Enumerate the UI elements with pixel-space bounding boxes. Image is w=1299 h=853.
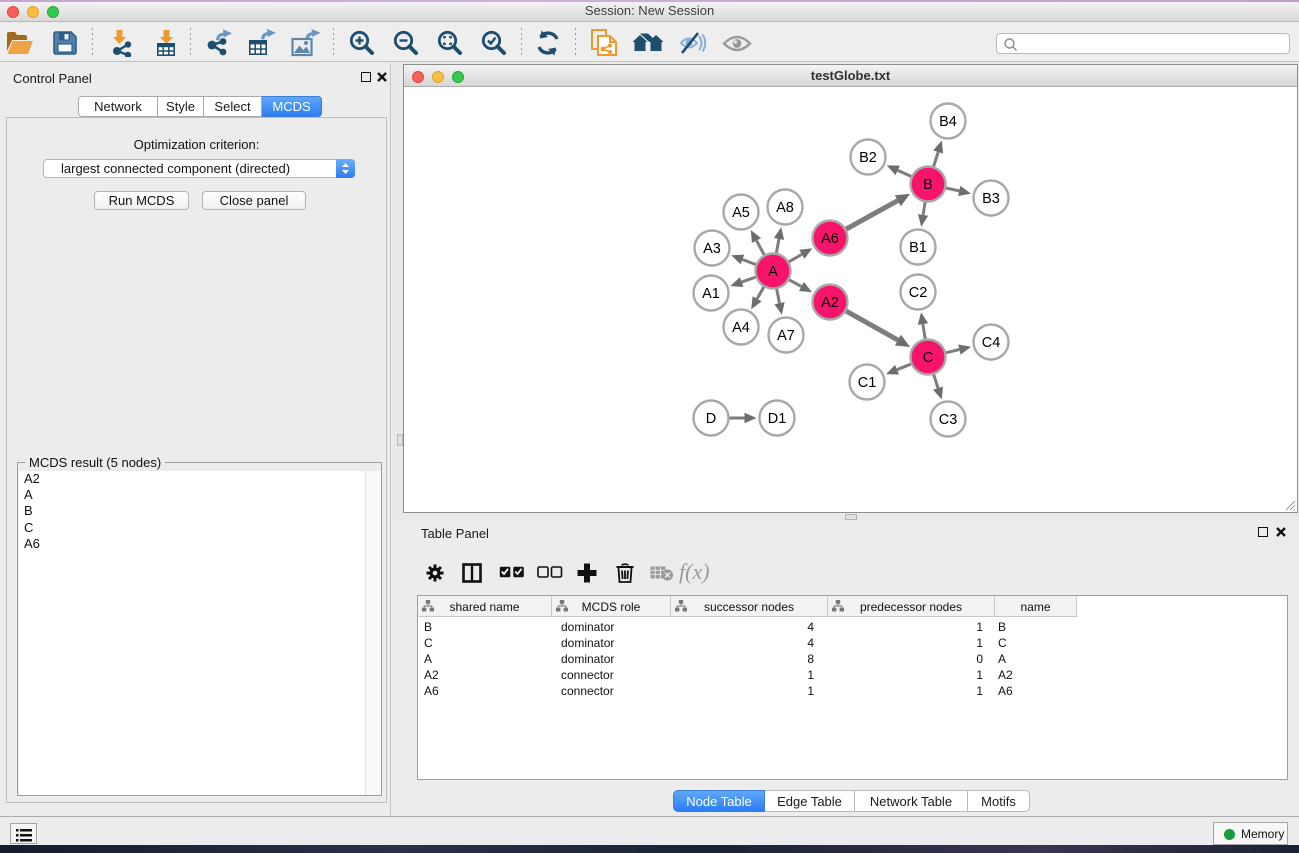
svg-text:B3: B3 [982,191,1000,207]
svg-text:B2: B2 [859,150,877,166]
svg-text:A1: A1 [702,286,720,302]
svg-text:A2: A2 [821,295,839,311]
svg-text:B4: B4 [939,114,957,130]
svg-text:C: C [923,350,933,366]
svg-text:A4: A4 [732,320,750,336]
svg-text:D: D [706,411,716,427]
svg-text:B1: B1 [909,240,927,256]
svg-text:C3: C3 [939,412,958,428]
svg-text:D1: D1 [768,411,787,427]
svg-text:A8: A8 [776,200,794,216]
svg-text:C4: C4 [982,335,1001,351]
svg-text:A5: A5 [732,205,750,221]
svg-text:C2: C2 [909,285,928,301]
svg-text:B: B [923,177,933,193]
svg-text:C1: C1 [858,375,877,391]
svg-text:A3: A3 [703,241,721,257]
svg-text:A7: A7 [777,328,795,344]
svg-text:A6: A6 [821,231,839,247]
svg-text:A: A [768,264,778,280]
